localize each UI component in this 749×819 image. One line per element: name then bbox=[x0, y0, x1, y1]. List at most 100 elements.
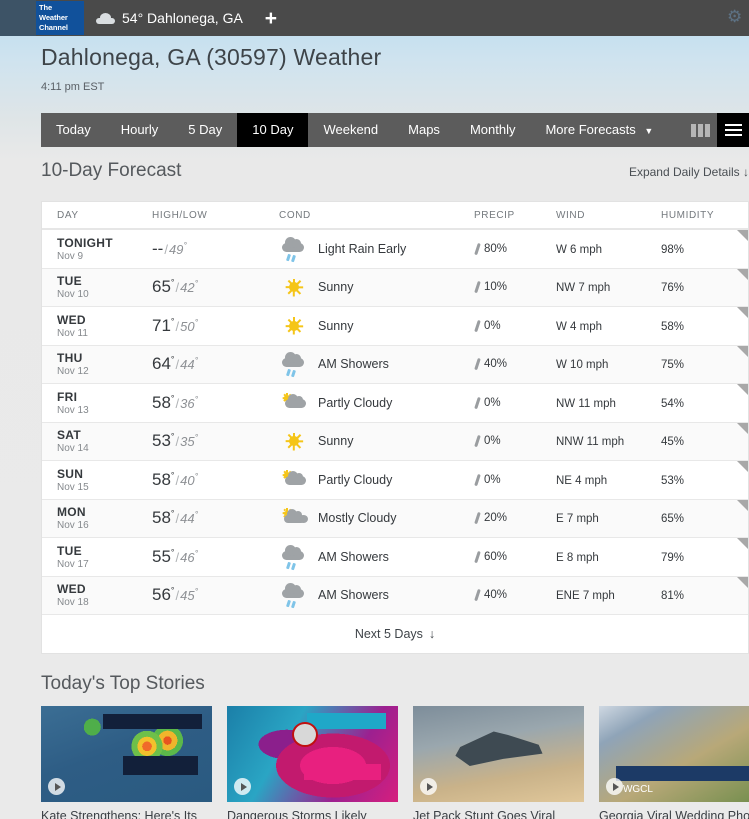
row-expand-corner-icon[interactable] bbox=[737, 384, 748, 395]
play-icon[interactable] bbox=[234, 778, 251, 795]
table-row[interactable]: WED Nov 18 56°/45° AM Showers 40% ENE 7 mph 81… bbox=[42, 576, 748, 615]
tab-5-day[interactable]: 5 Day bbox=[173, 113, 237, 147]
day-name: SUN bbox=[57, 466, 84, 481]
precip-value: 0% bbox=[484, 435, 501, 448]
thumbnail-overlay-bar bbox=[102, 713, 202, 730]
column-header-high-low: HIGH/LOW bbox=[152, 209, 208, 221]
gear-icon[interactable]: ⚙ bbox=[727, 8, 745, 26]
table-row[interactable]: SAT Nov 14 53°/35° Sunny 0% NNW 11 mph 45% bbox=[42, 422, 748, 461]
humidity-value: 58% bbox=[661, 320, 685, 333]
row-expand-corner-icon[interactable] bbox=[737, 499, 748, 511]
cell-humidity: 75% bbox=[661, 355, 748, 373]
story-title[interactable]: Kate Strengthens; Here's Its bbox=[41, 809, 212, 819]
play-icon[interactable] bbox=[606, 778, 623, 795]
cell-high-low: 56°/45° bbox=[152, 585, 279, 605]
low-pressure-icon bbox=[291, 722, 318, 748]
humidity-value: 65% bbox=[661, 513, 685, 526]
add-location-button[interactable]: + bbox=[265, 8, 277, 29]
cell-wind: W 6 mph bbox=[556, 240, 661, 258]
cell-humidity: 81% bbox=[661, 586, 748, 604]
expand-daily-details-button[interactable]: Expand Daily Details ↓ bbox=[629, 165, 749, 179]
table-row[interactable]: TUE Nov 17 55°/46° AM Showers 60% E 8 mph 79% bbox=[42, 538, 748, 577]
table-row[interactable]: SUN Nov 15 58°/40° Partly Cloudy 0% NE 4 mph 5… bbox=[42, 461, 748, 500]
story-thumbnail[interactable] bbox=[227, 706, 398, 802]
story-card[interactable]: Kate Strengthens; Here's Its bbox=[41, 706, 212, 819]
story-title[interactable]: Jet Pack Stunt Goes Viral bbox=[413, 809, 584, 819]
precip-value: 20% bbox=[484, 512, 508, 525]
story-card[interactable]: Dangerous Storms Likely bbox=[227, 706, 398, 819]
cell-day: SAT Nov 14 bbox=[42, 428, 152, 454]
story-title[interactable]: Georgia Viral Wedding Photo bbox=[599, 809, 749, 819]
table-row[interactable]: TUE Nov 10 65°/42° Sunny 10% NW 7 mph 76% bbox=[42, 268, 748, 307]
location-chip-label: 54° Dahlonega, GA bbox=[122, 10, 243, 26]
temp-high: 71° bbox=[152, 315, 175, 335]
table-row[interactable]: MON Nov 16 58°/44° Mostly Cloudy 20% E 7 mph 6… bbox=[42, 499, 748, 538]
table-row[interactable]: FRI Nov 13 58°/36° Partly Cloudy 0% NW 11 mph… bbox=[42, 384, 748, 423]
tab-maps[interactable]: Maps bbox=[393, 113, 455, 147]
tab-today[interactable]: Today bbox=[41, 113, 106, 147]
condition-label: Partly Cloudy bbox=[318, 472, 393, 487]
wind-value: NE 4 mph bbox=[556, 474, 608, 487]
next-5-days-button[interactable]: Next 5 Days ↓ bbox=[42, 615, 748, 653]
table-row[interactable]: WED Nov 11 71°/50° Sunny 0% W 4 mph 58% bbox=[42, 307, 748, 346]
location-chip[interactable]: 54° Dahlonega, GA bbox=[96, 10, 243, 26]
play-icon[interactable] bbox=[420, 778, 437, 795]
raindrop-icon bbox=[474, 435, 481, 447]
weather-page: The Weather Channel 54° Dahlonega, GA + … bbox=[0, 0, 749, 819]
wind-value: W 6 mph bbox=[556, 243, 603, 256]
hamburger-menu-icon[interactable] bbox=[717, 113, 749, 147]
condition-label: Sunny bbox=[318, 280, 354, 295]
cell-day: FRI Nov 13 bbox=[42, 390, 152, 416]
cell-condition: Mostly Cloudy bbox=[279, 505, 474, 531]
row-expand-corner-icon[interactable] bbox=[737, 230, 748, 241]
row-expand-corner-icon[interactable] bbox=[737, 268, 748, 280]
table-row[interactable]: TONIGHT Nov 9 --/49° Light Rain Early 80% W 6… bbox=[42, 230, 748, 269]
humidity-value: 98% bbox=[661, 243, 685, 256]
row-expand-corner-icon[interactable] bbox=[737, 307, 748, 318]
cell-condition: Sunny bbox=[279, 428, 474, 454]
story-card[interactable]: Jet Pack Stunt Goes Viral bbox=[413, 706, 584, 819]
raindrop-icon bbox=[474, 512, 481, 524]
story-thumbnail[interactable]: WGCL bbox=[599, 706, 749, 802]
cell-humidity: 98% bbox=[661, 240, 748, 258]
row-expand-corner-icon[interactable] bbox=[737, 538, 748, 549]
row-expand-corner-icon[interactable] bbox=[737, 345, 748, 357]
weather-channel-logo[interactable]: The Weather Channel bbox=[36, 1, 84, 35]
tab-weekend[interactable]: Weekend bbox=[308, 113, 393, 147]
tab-monthly[interactable]: Monthly bbox=[455, 113, 531, 147]
cell-wind: NNW 11 mph bbox=[556, 432, 661, 450]
partly-cloudy-icon bbox=[279, 390, 309, 416]
row-expand-corner-icon[interactable] bbox=[737, 422, 748, 434]
story-card[interactable]: WGCL Georgia Viral Wedding Photo bbox=[599, 706, 749, 819]
story-title[interactable]: Dangerous Storms Likely bbox=[227, 809, 398, 819]
temp-low: 49° bbox=[168, 240, 188, 257]
row-expand-corner-icon[interactable] bbox=[737, 576, 748, 588]
logo-line-3: Channel bbox=[39, 23, 68, 32]
tab-more-forecasts[interactable]: More Forecasts ▼ bbox=[530, 113, 668, 147]
raindrop-icon bbox=[474, 551, 481, 563]
row-expand-corner-icon[interactable] bbox=[737, 461, 748, 472]
wind-value: W 10 mph bbox=[556, 359, 609, 372]
precip-value: 0% bbox=[484, 473, 501, 486]
tab-hourly[interactable]: Hourly bbox=[106, 113, 174, 147]
cell-wind: NW 11 mph bbox=[556, 394, 661, 412]
play-icon[interactable] bbox=[48, 778, 65, 795]
story-thumbnail[interactable] bbox=[41, 706, 212, 802]
grid-icon[interactable] bbox=[684, 113, 717, 147]
temp-separator: / bbox=[175, 588, 180, 604]
day-date: Nov 14 bbox=[57, 443, 89, 455]
temp-separator: / bbox=[175, 511, 180, 527]
rain-cloud-icon bbox=[279, 544, 309, 570]
cell-condition: Partly Cloudy bbox=[279, 467, 474, 493]
day-name: MON bbox=[57, 505, 86, 520]
column-header-cond: COND bbox=[279, 209, 311, 221]
rain-cloud-icon bbox=[279, 351, 309, 378]
day-date: Nov 18 bbox=[57, 597, 89, 609]
table-row[interactable]: THU Nov 12 64°/44° AM Showers 40% W 10 mph 75% bbox=[42, 345, 748, 384]
cell-wind: NE 4 mph bbox=[556, 471, 661, 489]
tab-10-day-label: 10 Day bbox=[252, 122, 294, 137]
day-name: FRI bbox=[57, 389, 78, 404]
story-thumbnail[interactable] bbox=[413, 706, 584, 802]
tab-10-day[interactable]: 10 Day bbox=[237, 113, 309, 147]
